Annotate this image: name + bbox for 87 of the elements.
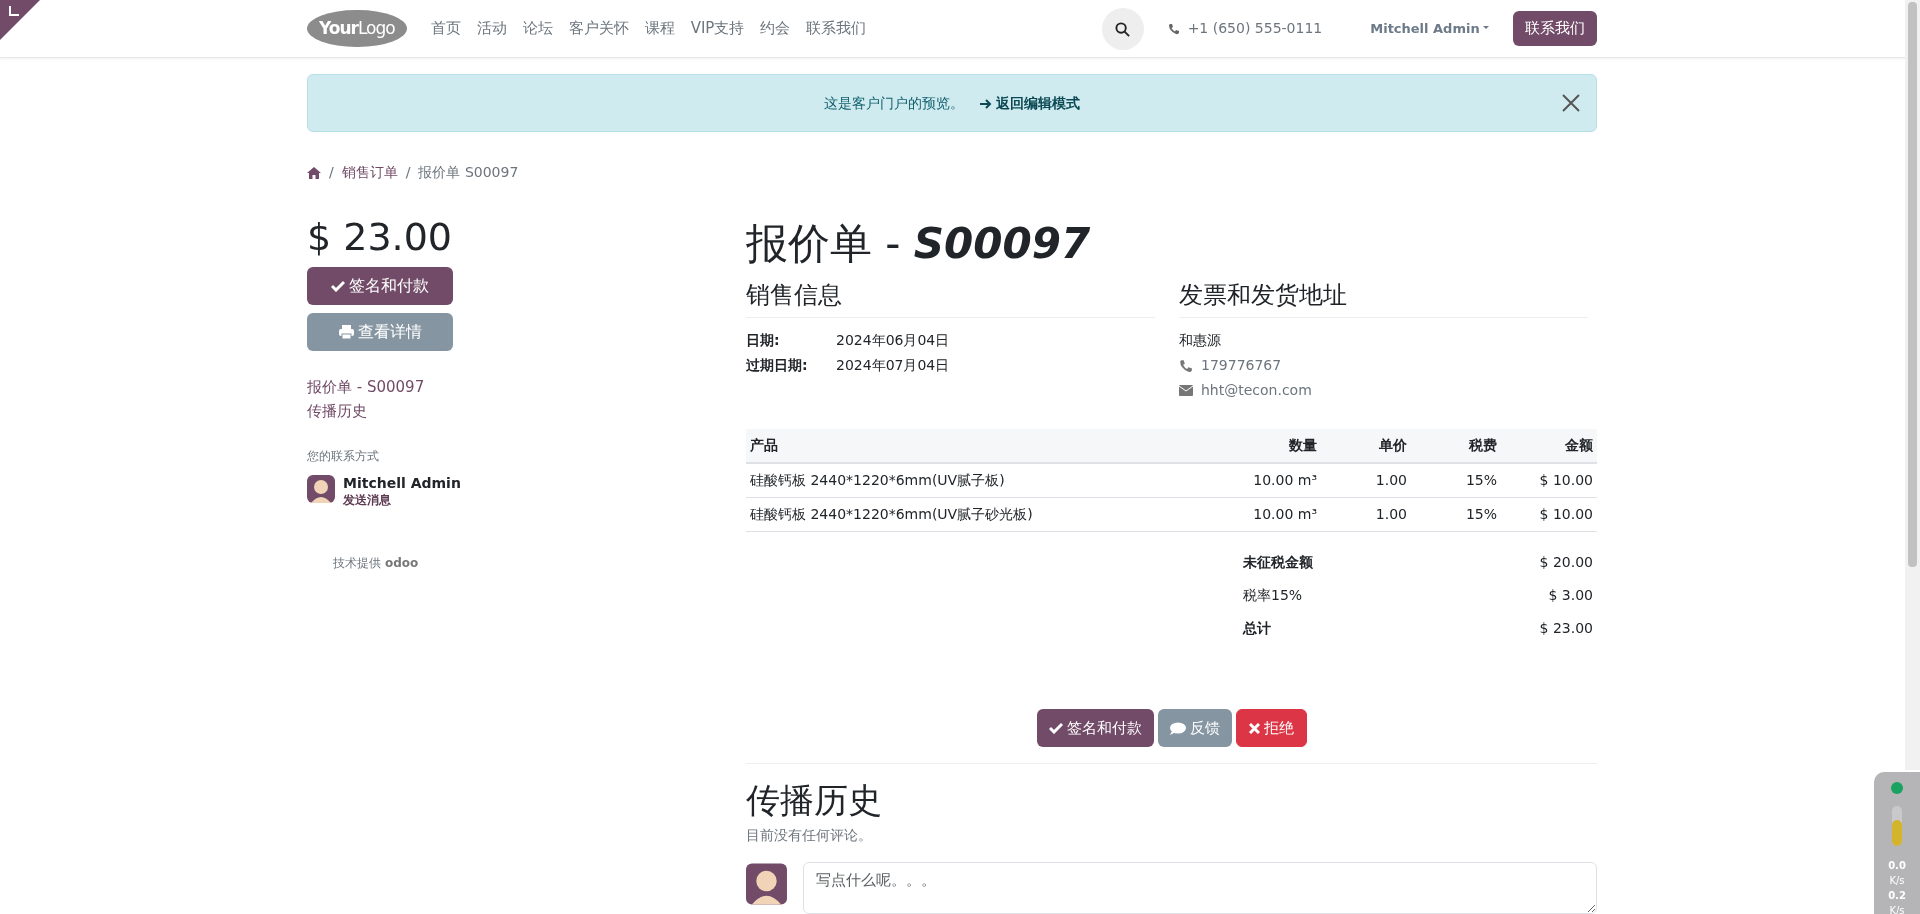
table-cell: 1.00 <box>1321 463 1411 498</box>
contact-label: 您的联系方式 <box>307 447 380 465</box>
table-cell: $ 10.00 <box>1501 463 1597 498</box>
speech-bubble-icon <box>1169 721 1186 735</box>
speed-value: 0.2 <box>1887 889 1907 903</box>
table-cell: 硅酸钙板 2440*1220*6mm(UV腻子板) <box>746 463 1208 498</box>
column-header: 单价 <box>1321 429 1411 464</box>
table-cell: 15% <box>1411 497 1501 532</box>
status-dot-icon <box>1891 782 1903 794</box>
nav-link[interactable]: 课程 <box>644 17 675 40</box>
nav-link[interactable]: 活动 <box>476 17 507 40</box>
total-value: $ 23.00 <box>1538 619 1594 639</box>
gauge-icon <box>1892 806 1902 846</box>
table-cell: 硅酸钙板 2440*1220*6mm(UV腻子砂光板) <box>746 497 1208 532</box>
field-label: 过期日期: <box>746 356 809 376</box>
cross-icon <box>1248 722 1260 734</box>
empty-comments-text: 目前没有任何评论。 <box>746 826 873 846</box>
feedback-button[interactable]: 反馈 <box>1157 709 1232 748</box>
sign-pay-button[interactable]: 签名和付款 <box>307 266 453 305</box>
table-cell: $ 10.00 <box>1501 497 1597 532</box>
check-icon <box>331 279 345 292</box>
powered-by-text: 技术提供 <box>333 554 381 572</box>
phone-icon <box>1179 358 1193 373</box>
alert-text: 这是客户门户的预览。 <box>824 93 964 113</box>
total-label: 税率15% <box>1242 586 1304 606</box>
total-value: $ 3.00 <box>1547 586 1594 606</box>
column-header: 税费 <box>1411 429 1501 464</box>
avatar <box>307 475 335 504</box>
phone-number: 179776767 <box>1201 356 1282 376</box>
home-icon[interactable] <box>307 166 321 179</box>
field-label: 日期: <box>746 331 781 351</box>
total-label: 总计 <box>1241 619 1272 639</box>
field-value: 2024年07月04日 <box>836 356 950 376</box>
avatar <box>746 862 787 907</box>
phone-number: +1 (650) 555-0111 <box>1187 19 1323 38</box>
table-cell: 10.00 m³ <box>1207 497 1321 532</box>
column-header: 数量 <box>1207 429 1321 464</box>
speed-unit: K/s <box>1888 874 1906 888</box>
sidebar-link[interactable]: 报价单 - S00097 <box>307 374 746 399</box>
user-menu[interactable]: Mitchell Admin <box>1370 18 1489 39</box>
customer-name: 和惠源 <box>1179 331 1222 351</box>
column-header: 产品 <box>746 429 1208 464</box>
sign-pay-button[interactable]: 签名和付款 <box>1036 709 1154 748</box>
column-header: 金额 <box>1501 429 1597 464</box>
search-icon <box>1115 21 1131 37</box>
nav-link[interactable]: 论坛 <box>522 17 553 40</box>
breadcrumb-separator: / <box>329 163 334 182</box>
odoo-brand[interactable]: odoo <box>385 553 419 572</box>
nav-link[interactable]: 客户关怀 <box>568 17 629 40</box>
contact-name: Mitchell Admin <box>343 473 461 493</box>
reject-button[interactable]: 拒绝 <box>1235 709 1307 748</box>
contact-button[interactable]: 联系我们 <box>1513 11 1597 46</box>
close-icon[interactable] <box>1562 94 1580 112</box>
phone-icon <box>1167 22 1180 35</box>
table-cell: 15% <box>1411 463 1501 498</box>
sidebar-link[interactable]: 传播历史 <box>307 398 746 423</box>
total-label: 未征税金额 <box>1242 553 1314 573</box>
speed-unit: K/s <box>1888 904 1906 914</box>
printer-icon <box>338 324 354 339</box>
send-message-link[interactable]: 发送消息 <box>343 493 461 506</box>
arrow-icon <box>980 98 992 109</box>
edit-mode-link[interactable]: 返回编辑模式 <box>980 92 1080 114</box>
breadcrumb-separator: / <box>405 163 411 182</box>
scrollbar[interactable] <box>1905 0 1920 770</box>
total-value: $ 20.00 <box>1538 553 1594 573</box>
email-address: hht@tecon.com <box>1201 381 1312 401</box>
envelope-icon <box>1179 385 1193 397</box>
view-details-button[interactable]: 查看详情 <box>307 312 453 351</box>
comment-field[interactable]: 写点什么呢。。。 <box>802 862 1597 914</box>
nav-link[interactable]: 约会 <box>760 17 791 40</box>
document-title: 报价单 - S00097 <box>746 219 1092 270</box>
nav-link[interactable]: VIP支持 <box>690 17 745 40</box>
speed-value: 0.0 <box>1887 859 1907 873</box>
nav-link[interactable]: 首页 <box>430 17 461 40</box>
breadcrumb-item[interactable]: 销售订单 <box>341 162 398 183</box>
section-title: 传播历史 <box>746 780 883 822</box>
nav-link[interactable]: 联系我们 <box>806 17 867 40</box>
corner-icon[interactable] <box>0 0 40 40</box>
table-cell: 1.00 <box>1321 497 1411 532</box>
breadcrumb-item: 报价单 S00097 <box>418 163 519 182</box>
field-value: 2024年06月04日 <box>836 331 950 351</box>
section-heading: 销售信息 <box>746 277 1155 319</box>
total-amount: $ 23.00 <box>307 217 454 259</box>
logo[interactable]: YourLogo <box>307 9 407 48</box>
section-heading: 发票和发货地址 <box>1179 277 1588 319</box>
check-icon <box>1048 722 1063 735</box>
table-cell: 10.00 m³ <box>1207 463 1321 498</box>
